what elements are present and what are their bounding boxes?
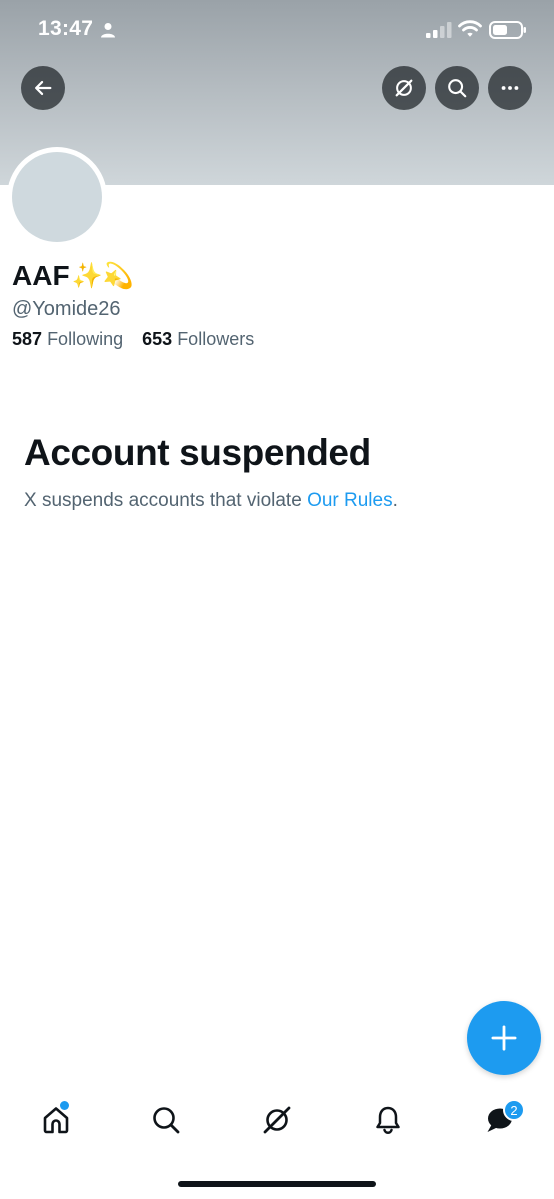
suspended-title: Account suspended — [24, 432, 371, 473]
back-button[interactable] — [21, 66, 65, 110]
more-icon — [501, 86, 519, 90]
display-name-text: AAF — [12, 260, 70, 291]
search-icon — [153, 1107, 180, 1134]
home-notification-dot — [60, 1101, 69, 1110]
more-options-button[interactable] — [488, 66, 532, 110]
status-time: 13:47 — [38, 17, 94, 40]
bell-icon — [376, 1106, 400, 1134]
wifi-icon — [458, 20, 482, 37]
followers-link[interactable]: 653 Followers — [142, 329, 254, 350]
search-button[interactable] — [435, 66, 479, 110]
back-arrow-icon — [35, 80, 52, 96]
bottom-tab-bar — [0, 1088, 554, 1154]
battery-icon — [489, 21, 526, 39]
messages-badge: 2 — [503, 1099, 525, 1121]
followers-count: 653 — [142, 329, 173, 349]
tab-search[interactable] — [146, 1100, 186, 1140]
tab-notifications[interactable] — [368, 1100, 408, 1140]
following-count: 587 — [12, 329, 43, 349]
grok-button[interactable] — [382, 66, 426, 110]
profile-display-name: AAF ✨💫 — [12, 258, 134, 294]
avatar-placeholder — [12, 152, 102, 242]
home-indicator[interactable] — [178, 1181, 376, 1187]
grok-icon — [395, 79, 413, 97]
display-name-emoji: ✨💫 — [71, 261, 134, 290]
tab-home[interactable] — [36, 1100, 76, 1140]
compose-post-button[interactable] — [467, 1001, 541, 1075]
following-link[interactable]: 587 Following — [12, 329, 123, 350]
cellular-signal-icon — [426, 22, 452, 38]
suspended-message-period: . — [392, 490, 398, 511]
plus-icon — [491, 1025, 517, 1051]
followers-label: Followers — [177, 329, 255, 349]
suspended-message: X suspends accounts that violate Our Rul… — [24, 490, 398, 512]
follow-stats: 587 Following 653 Followers — [12, 329, 254, 350]
person-icon — [101, 23, 115, 38]
following-label: Following — [47, 329, 124, 349]
search-icon — [448, 79, 467, 98]
profile-handle: @Yomide26 — [12, 298, 121, 320]
suspended-message-text: X suspends accounts that violate — [24, 490, 308, 511]
our-rules-link[interactable]: Our Rules — [307, 490, 393, 511]
grok-icon — [263, 1106, 291, 1134]
tab-grok[interactable] — [257, 1100, 297, 1140]
status-bar: 13:47 — [0, 0, 554, 62]
avatar[interactable] — [7, 147, 107, 247]
